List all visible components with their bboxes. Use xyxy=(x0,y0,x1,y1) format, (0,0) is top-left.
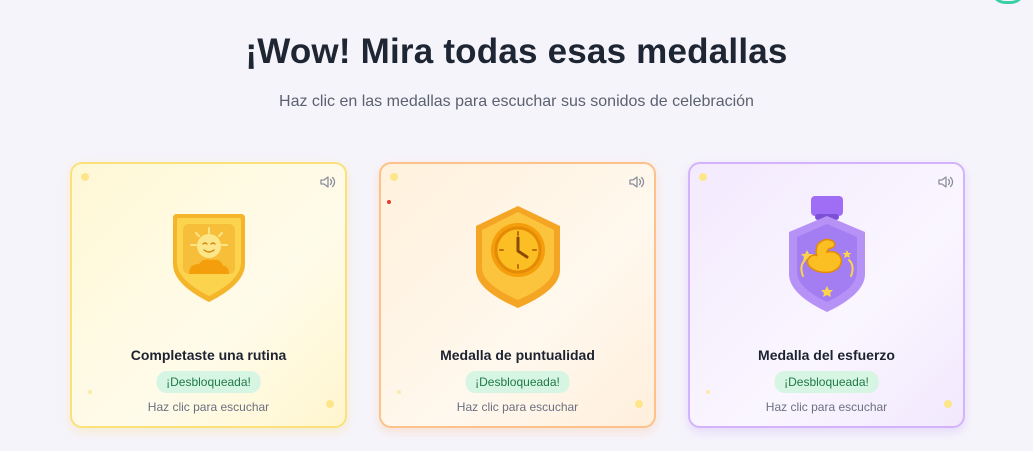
page-subtitle: Haz clic en las medallas para escuchar s… xyxy=(279,93,754,110)
sparkle-dot xyxy=(706,390,710,394)
sparkle-dot xyxy=(387,200,391,204)
medal-title: Completaste una rutina xyxy=(130,347,287,363)
unlocked-badge: ¡Desbloqueada! xyxy=(774,371,879,393)
speaker-icon[interactable] xyxy=(937,174,955,190)
medal-title: Medalla del esfuerzo xyxy=(758,347,895,363)
listen-hint: Haz clic para escuchar xyxy=(147,400,270,414)
speaker-icon[interactable] xyxy=(319,174,337,190)
sparkle-dot xyxy=(390,173,398,181)
corner-decoration xyxy=(991,0,1025,4)
unlocked-badge: ¡Desbloqueada! xyxy=(156,371,261,393)
sparkle-dot xyxy=(88,390,92,394)
medal-card-effort[interactable]: Medalla del esfuerzo ¡Desbloqueada! Haz … xyxy=(688,162,965,428)
sparkle-dot xyxy=(81,173,89,181)
page-title: ¡Wow! Mira todas esas medallas xyxy=(245,32,788,71)
speaker-icon[interactable] xyxy=(628,174,646,190)
clock-shield-icon xyxy=(475,206,560,308)
unlocked-badge: ¡Desbloqueada! xyxy=(465,371,570,393)
medal-title: Medalla de puntualidad xyxy=(440,347,595,363)
sparkle-dot xyxy=(397,390,401,394)
sun-shield-icon xyxy=(172,214,245,302)
medal-card-punctuality[interactable]: Medalla de puntualidad ¡Desbloqueada! Ha… xyxy=(379,162,656,428)
listen-hint: Haz clic para escuchar xyxy=(765,400,888,414)
muscle-medal-icon xyxy=(788,196,865,312)
listen-hint: Haz clic para escuchar xyxy=(456,400,579,414)
medal-card-routine[interactable]: Completaste una rutina ¡Desbloqueada! Ha… xyxy=(70,162,347,428)
sparkle-dot xyxy=(699,173,707,181)
